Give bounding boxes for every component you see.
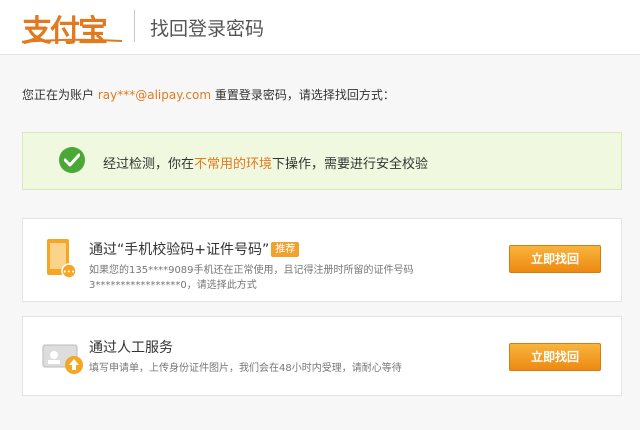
option-title: 通过“手机校验码+证件号码” 推荐 xyxy=(89,239,300,259)
account-suffix: 重置登录密码，请选择找回方式： xyxy=(211,88,395,102)
option-desc-line2: 3*****************0，请选择此方式 xyxy=(89,280,257,291)
account-prefix: 您正在为账户 xyxy=(22,88,98,102)
page-header: 支付宝 找回登录密码 xyxy=(0,0,640,55)
header-divider xyxy=(134,10,135,42)
recover-now-button[interactable]: 立即找回 xyxy=(509,245,601,273)
account-email: ray***@alipay.com xyxy=(97,88,212,102)
option-phone-verification: ••• 通过“手机校验码+证件号码” 推荐 如果您的135****9089手机还在… xyxy=(22,218,622,302)
option-description: 填写申请单，上传身份证件图片，我们会在48小时内受理，请耐心等待 xyxy=(89,363,402,374)
notice-text-before: 经过检测，你在 xyxy=(103,157,195,172)
recover-now-button[interactable]: 立即找回 xyxy=(509,343,601,371)
notice-text: 经过检测，你在不常用的环境下操作，需要进行安全校验 xyxy=(103,153,428,172)
option-desc-line1: 如果您的135****9089手机还在正常使用，且记得注册时所留的证件号码 xyxy=(89,265,414,276)
check-icon xyxy=(59,147,85,173)
recommended-badge: 推荐 xyxy=(271,242,300,257)
option-manual-service: 通过人工服务 填写申请单，上传身份证件图片，我们会在48小时内受理，请耐心等待 … xyxy=(22,316,622,396)
notice-text-warn: 不常用的环境 xyxy=(194,157,273,172)
notice-text-after: 下操作，需要进行安全校验 xyxy=(272,157,429,172)
id-upload-icon xyxy=(42,344,83,374)
option-description: 如果您的135****9089手机还在正常使用，且记得注册时所留的证件号码 3*… xyxy=(89,263,489,293)
option-title: 通过人工服务 xyxy=(89,340,173,356)
svg-text:•••: ••• xyxy=(63,268,75,276)
option-title-text: 通过“手机校验码+证件号码” xyxy=(89,242,270,258)
account-info: 您正在为账户 ray***@alipay.com 重置登录密码，请选择找回方式： xyxy=(22,86,395,103)
page-title: 找回登录密码 xyxy=(150,18,265,40)
logo-swoosh-icon xyxy=(22,38,122,43)
phone-icon: ••• xyxy=(47,239,77,279)
security-notice: 经过检测，你在不常用的环境下操作，需要进行安全校验 xyxy=(22,132,622,190)
